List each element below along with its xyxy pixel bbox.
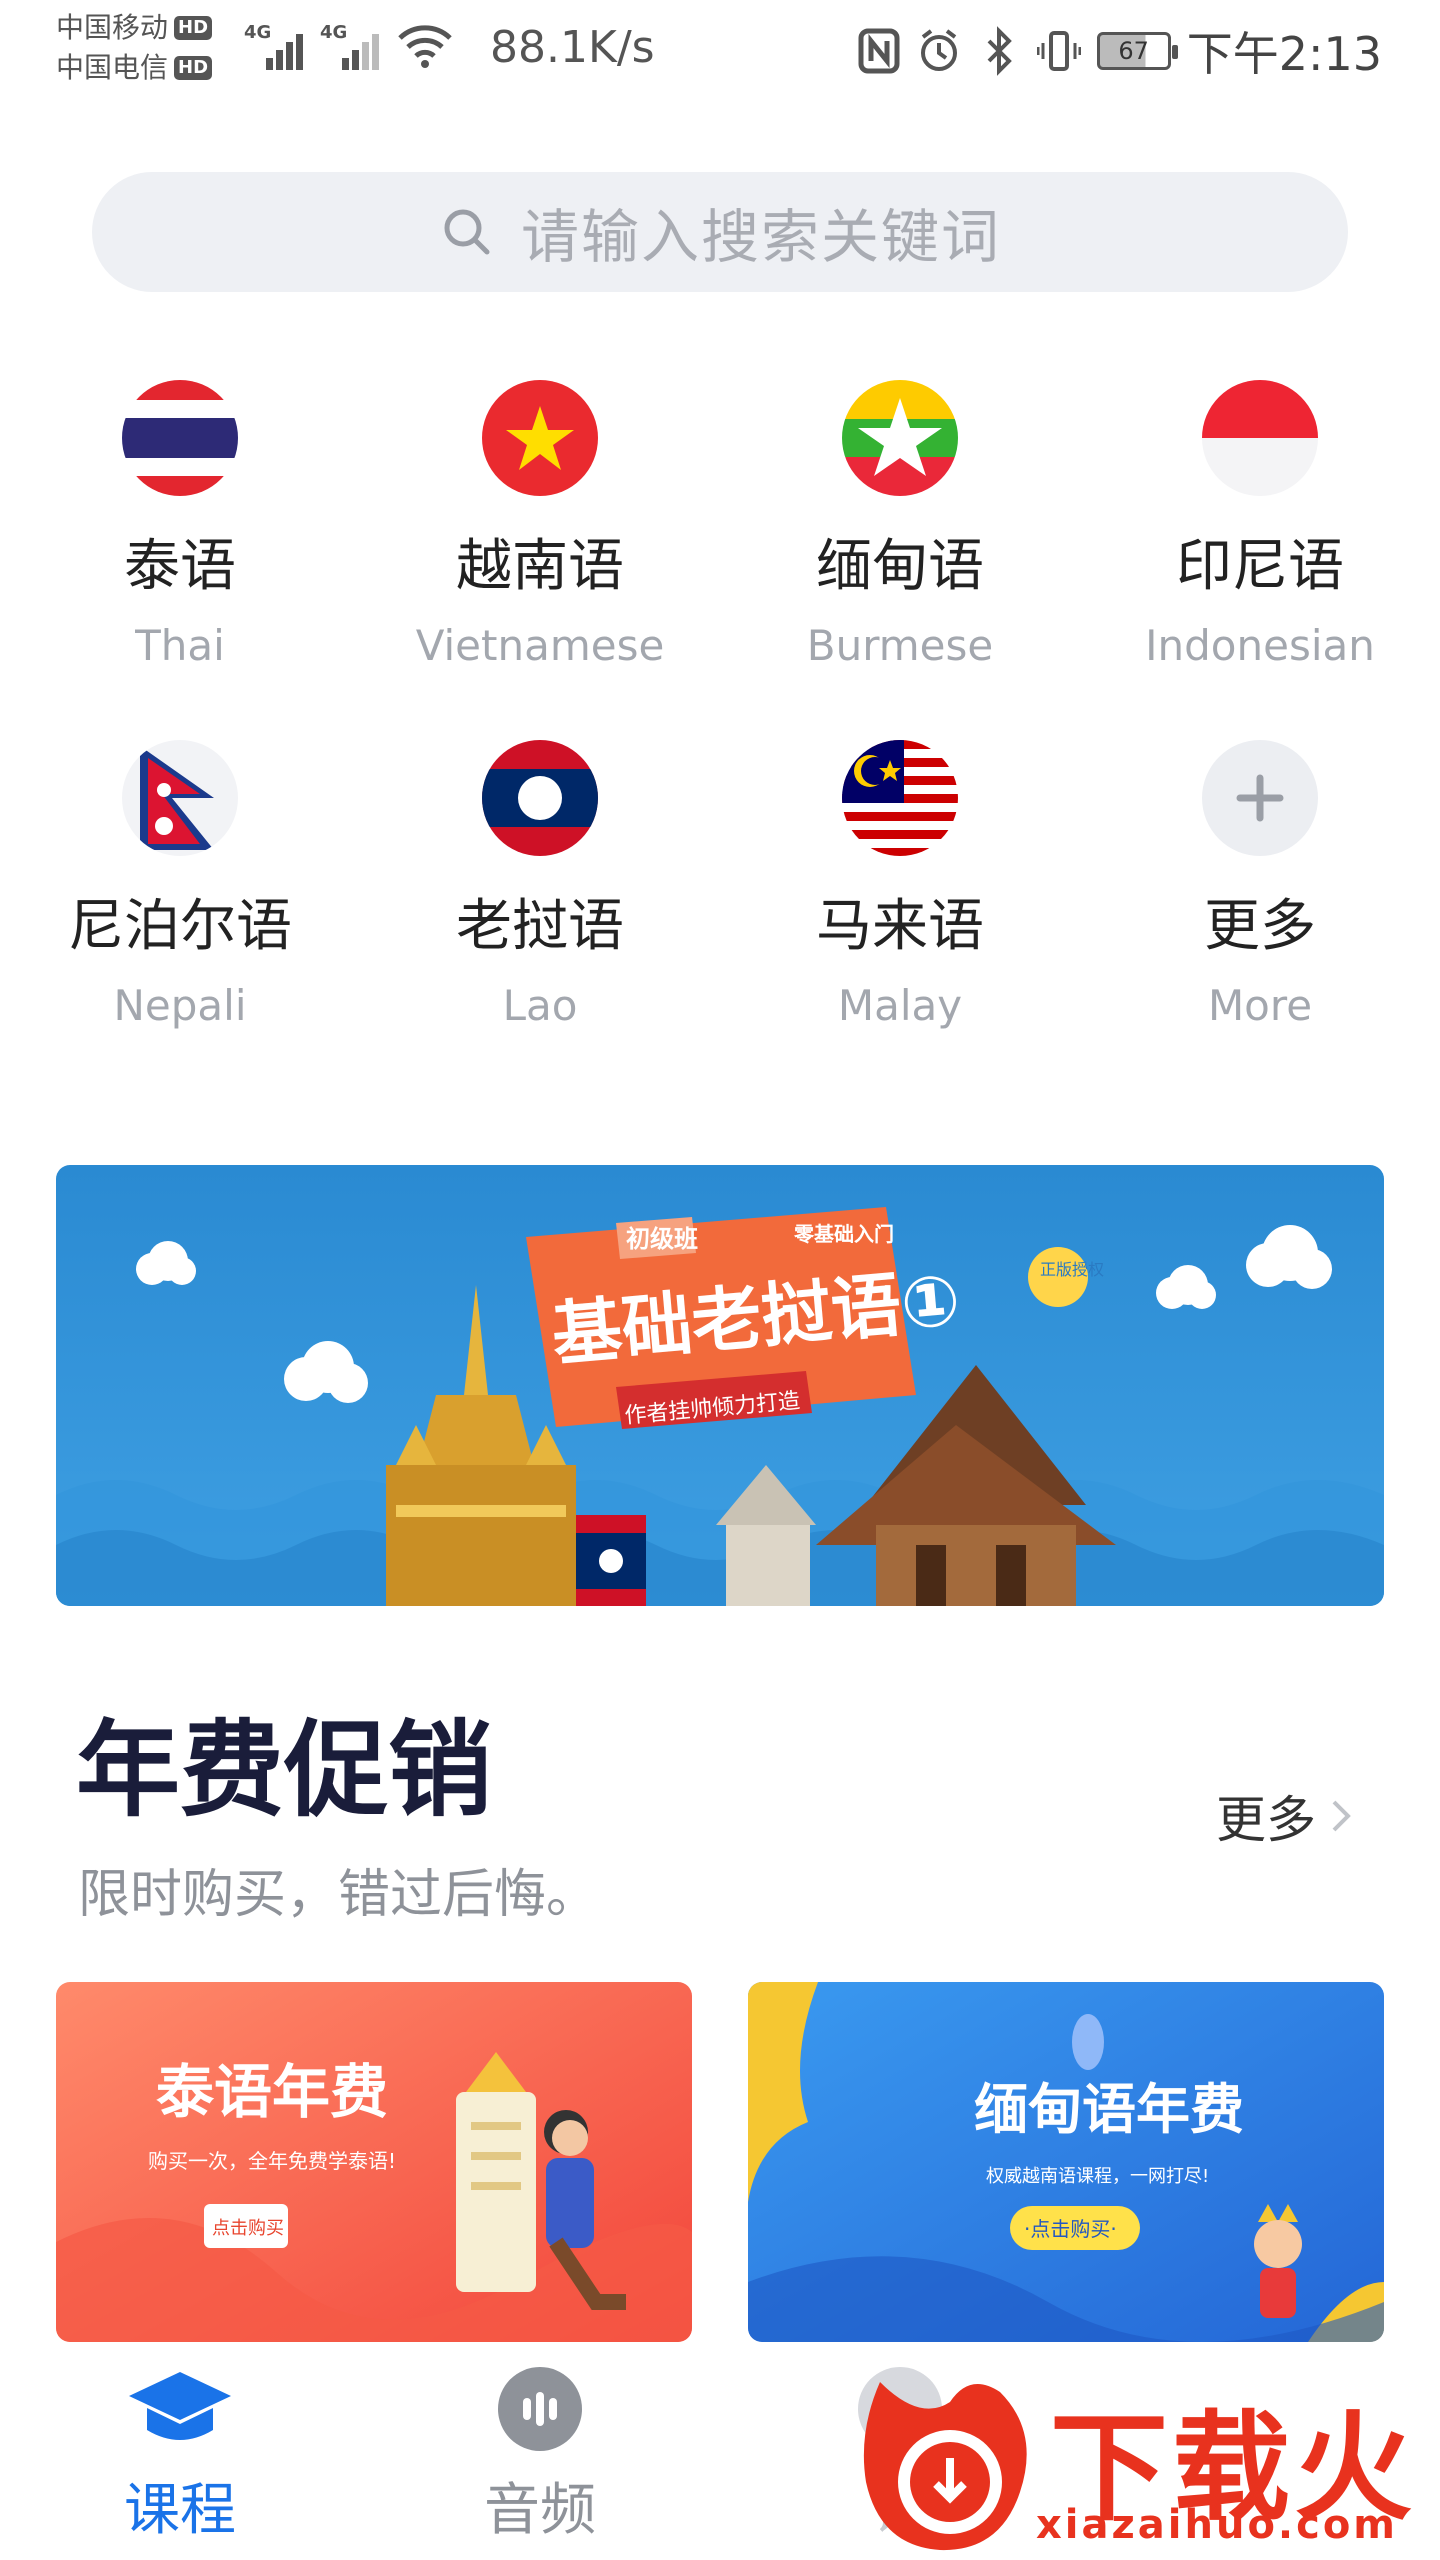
laos-flag-icon [482, 740, 598, 856]
language-name-en: More [1207, 981, 1313, 1030]
promo-card-burmese[interactable]: 缅甸语年费 权威越南语课程，一网打尽! ·点击购买· [748, 1982, 1384, 2342]
malaysia-flag-icon [842, 740, 958, 856]
language-item-malay[interactable]: 马来语 Malay [720, 740, 1080, 1072]
kid-illustration [1254, 2204, 1302, 2318]
banner-tagline: 零基础入门 [793, 1222, 894, 1246]
language-grid: 泰语 Thai 越南语 Vietnamese 缅甸语 Burmese 印尼语 I… [0, 380, 1440, 1072]
signal-strength-icon: 4G [320, 20, 382, 70]
signal-indicators: 4G 4G [244, 20, 454, 70]
tab-courses[interactable]: 课程 [60, 2364, 300, 2546]
language-item-vietnamese[interactable]: 越南语 Vietnamese [360, 380, 720, 712]
carrier-info: 中国移动 HD 中国电信 HD [56, 8, 246, 88]
watermark-url: xiazaihuo.com [1036, 2502, 1398, 2548]
thai-flag-icon [122, 380, 238, 496]
language-item-lao[interactable]: 老挝语 Lao [360, 740, 720, 1072]
graduation-cap-icon [129, 2372, 231, 2440]
carrier-2: 中国电信 [56, 51, 169, 84]
promo-desc: 购买一次，全年免费学泰语! [148, 2149, 396, 2173]
hd-badge: HD [174, 56, 213, 80]
search-placeholder: 请输入搜索关键词 [520, 203, 1001, 271]
language-name-cn: 老挝语 [456, 894, 624, 959]
banner-badge: 初级班 [626, 1225, 698, 1253]
language-item-thai[interactable]: 泰语 Thai [0, 380, 360, 712]
language-item-burmese[interactable]: 缅甸语 Burmese [720, 380, 1080, 712]
promo-title: 缅甸语年费 [974, 2078, 1244, 2141]
indonesia-flag-icon [1202, 380, 1318, 496]
language-name-cn: 尼泊尔语 [68, 894, 292, 959]
language-name-cn: 越南语 [456, 534, 624, 599]
promo-card-thai[interactable]: 泰语年费 购买一次，全年免费学泰语! 点击购买 [56, 1982, 692, 2342]
myanmar-flag-icon [842, 380, 958, 496]
section-subtitle: 限时购买，错过后悔。 [78, 1865, 599, 1925]
language-name-en: Indonesian [1145, 621, 1375, 670]
search-icon [444, 209, 490, 255]
alarm-icon [920, 29, 957, 71]
language-item-more[interactable]: 更多 More [1080, 740, 1440, 1072]
signal-strength-icon: 4G [244, 20, 306, 70]
network-speed: 88.1K/s [490, 22, 655, 73]
section-title: 年费促销 [76, 1709, 493, 1831]
clock: 下午2:13 [1186, 27, 1382, 81]
nepal-flag-icon [122, 740, 238, 856]
vietnam-flag-icon [482, 380, 598, 496]
language-name-en: Burmese [806, 621, 994, 670]
hd-badge: HD [174, 16, 213, 40]
watermark: 下载火 xiazaihuo.com [850, 2362, 1440, 2560]
language-name-en: Lao [502, 981, 578, 1030]
flame-logo-icon [863, 2382, 1027, 2551]
battery-icon: 67 [1096, 32, 1178, 70]
language-name-cn: 更多 [1204, 894, 1316, 959]
promo-desc: 权威越南语课程，一网打尽! [986, 2166, 1209, 2187]
tab-audio[interactable]: 音频 [420, 2364, 660, 2546]
banner-stamp: 正版授权 [1040, 1260, 1104, 1279]
carrier-1: 中国移动 [56, 11, 169, 44]
more-label: 更多 [1216, 1791, 1316, 1849]
language-name-cn: 马来语 [816, 894, 984, 959]
status-bar: 中国移动 HD 中国电信 HD 4G 4G 88.1K/s 67 下午2:13 [0, 0, 1440, 100]
language-name-en: Malay [837, 981, 963, 1030]
bluetooth-icon [987, 26, 1012, 76]
language-name-en: Vietnamese [415, 621, 665, 670]
language-name-cn: 印尼语 [1176, 534, 1344, 599]
language-name-en: Thai [135, 621, 225, 670]
chevron-right-icon [1332, 1800, 1351, 1832]
promo-title: 泰语年费 [156, 2058, 388, 2126]
section-more-link[interactable]: 更多 [1216, 1780, 1352, 1852]
plus-icon [1202, 740, 1318, 856]
course-banner[interactable]: 初级班 零基础入门 基础老挝语① 作者挂帅倾力打造 正版授权 [56, 1165, 1384, 1606]
language-item-nepali[interactable]: 尼泊尔语 Nepali [0, 740, 360, 1072]
search-bar[interactable]: 请输入搜索关键词 [92, 172, 1348, 292]
language-name-cn: 泰语 [124, 534, 236, 599]
language-item-indonesian[interactable]: 印尼语 Indonesian [1080, 380, 1440, 712]
audio-icon [498, 2367, 582, 2451]
nfc-icon [858, 28, 900, 74]
promo-button-label: 点击购买 [212, 2218, 284, 2239]
language-name-cn: 缅甸语 [816, 534, 984, 599]
banner-illustration: 初级班 零基础入门 基础老挝语① 作者挂帅倾力打造 正版授权 [56, 1165, 1384, 1606]
tab-label: 音频 [484, 2478, 596, 2543]
language-name-en: Nepali [113, 981, 247, 1030]
tab-label: 课程 [124, 2478, 236, 2543]
vibrate-icon [1036, 31, 1081, 71]
wifi-icon [398, 25, 452, 68]
promo-button-label: ·点击购买· [1024, 2217, 1117, 2241]
